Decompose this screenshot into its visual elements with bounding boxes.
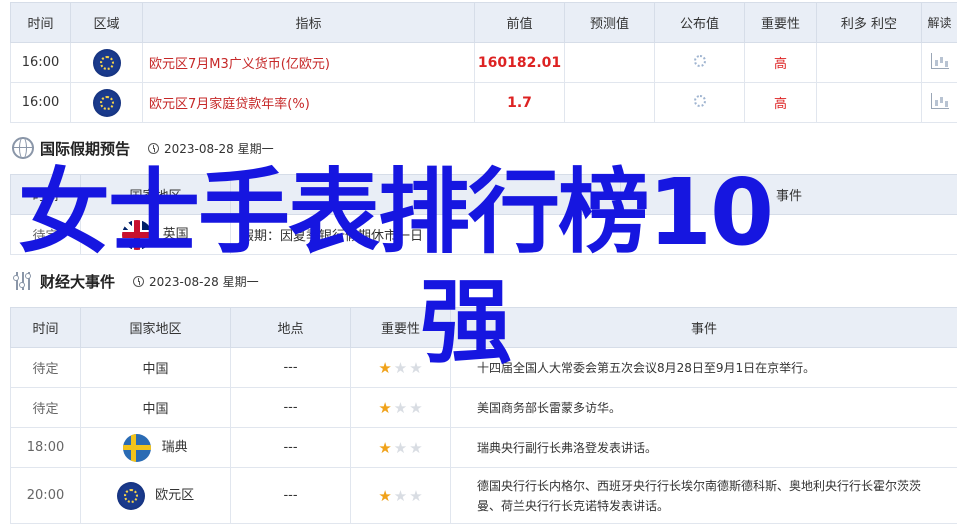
row-place: --- [230, 347, 351, 388]
chart-icon[interactable] [930, 92, 949, 109]
star-icon: ★ [378, 358, 392, 377]
col-header-importance: 重要性 [350, 307, 451, 348]
row-event: 德国央行行长内格尔、西班牙央行行长埃尔南德斯德科斯、奥地利央行行长霍尔茨茨曼、荷… [450, 467, 957, 524]
row-place: --- [230, 427, 351, 468]
row-time: 待定 [10, 347, 81, 388]
row-region: 英国 [162, 227, 189, 242]
row-place: --- [230, 387, 351, 428]
col-header-time: 时间 [10, 307, 81, 348]
importance-value: 高 [744, 82, 817, 123]
section-date: 2023-08-28 星期一 [133, 273, 259, 290]
eu-flag-icon [92, 48, 121, 77]
col-header-read: 解读 [921, 2, 957, 43]
col-header-region: 国家地区 [80, 174, 231, 215]
row-stars: ★ ★ ★ [350, 427, 451, 468]
forecast-value [564, 82, 655, 123]
star-icon: ★ [393, 398, 408, 417]
col-header-impact: 利多 利空 [816, 2, 922, 43]
col-header-actual: 公布值 [654, 2, 745, 43]
row-event: 美国商务部长雷蒙多访华。 [450, 387, 957, 428]
section-title: 财经大事件 [40, 272, 116, 291]
impact-value [816, 82, 922, 123]
events-table: 时间 国家地区 地点 重要性 事件 待定 中国 --- ★ ★ ★ 十四届全国人大常… [10, 307, 957, 524]
col-header-prev: 前值 [474, 2, 565, 43]
table-header-row: 时间 区域 指标 前值 预测值 公布值 重要性 利多 利空 解读 [10, 2, 957, 43]
row-time: 16:00 [10, 82, 71, 123]
table-row: 待定 中国 --- ★ ★ ★ 美国商务部长雷蒙多访华。 [10, 387, 957, 428]
section-title: 国际假期预告 [40, 139, 131, 158]
col-header-indicator: 指标 [142, 2, 475, 43]
col-header-region: 区域 [70, 2, 143, 43]
chart-icon[interactable] [930, 52, 949, 69]
section-date-text: 2023-08-28 星期一 [149, 274, 259, 289]
table-row: 18:00 瑞典 --- ★ ★ ★ 瑞典央行副行长弗洛登发表讲话。 [10, 427, 957, 468]
prev-value: 160182.01 [474, 42, 565, 83]
row-time: 16:00 [10, 42, 71, 83]
impact-value [816, 42, 922, 83]
forecast-value [564, 42, 655, 83]
clock-icon [133, 275, 145, 287]
indicator-link[interactable]: 欧元区7月家庭贷款年率(%) [142, 82, 475, 123]
row-stars: ★ ★ ★ [350, 347, 451, 388]
table-row: 待定 英国 假期：因夏季银行假期休市一日 [10, 214, 957, 255]
table-row[interactable]: 16:00 欧元区7月M3广义货币(亿欧元) 160182.01 高 [10, 42, 957, 83]
section-date-text: 2023-08-28 星期一 [164, 141, 274, 156]
clock-icon [148, 142, 160, 154]
col-header-event: 事件 [450, 307, 957, 348]
table-header-row: 时间 国家地区 事件 [10, 174, 957, 215]
sliders-icon [12, 270, 34, 292]
row-region: 瑞典 [161, 440, 188, 455]
col-header-blank [230, 174, 621, 215]
col-header-time: 时间 [10, 2, 71, 43]
star-icon: ★ [393, 438, 408, 457]
star-icon: ★ [393, 358, 408, 377]
col-header-forecast: 预测值 [564, 2, 655, 43]
star-icon: ★ [409, 438, 423, 457]
star-icon: ★ [409, 398, 423, 417]
globe-icon [12, 137, 34, 159]
indicator-link[interactable]: 欧元区7月M3广义货币(亿欧元) [142, 42, 475, 83]
table-row: 待定 中国 --- ★ ★ ★ 十四届全国人大常委会第五次会议8月28日至9月1日在… [10, 347, 957, 388]
table-header-row: 时间 国家地区 地点 重要性 事件 [10, 307, 957, 348]
row-region: 中国 [80, 347, 231, 388]
row-event: 十四届全国人大常委会第五次会议8月28日至9月1日在京举行。 [450, 347, 957, 388]
section-date: 2023-08-28 星期一 [148, 140, 274, 157]
row-time: 待定 [10, 387, 81, 428]
row-stars: ★ ★ ★ [350, 467, 451, 524]
importance-value: 高 [744, 42, 817, 83]
table-row[interactable]: 16:00 欧元区7月家庭贷款年率(%) 1.7 高 [10, 82, 957, 123]
eu-flag-icon [116, 481, 145, 510]
col-header-region: 国家地区 [80, 307, 231, 348]
row-region: 欧元区 [155, 488, 195, 503]
star-icon: ★ [409, 358, 423, 377]
row-time: 20:00 [10, 467, 81, 524]
row-event: 瑞典央行副行长弗洛登发表讲话。 [450, 427, 957, 468]
eu-flag-icon [92, 88, 121, 117]
star-icon: ★ [378, 398, 392, 417]
events-section-header: 财经大事件 2023-08-28 星期一 [12, 268, 259, 294]
row-event: 假期：因夏季银行假期休市一日 [230, 214, 957, 255]
uk-flag-icon [122, 219, 153, 250]
loading-icon [693, 94, 706, 107]
col-header-importance: 重要性 [744, 2, 817, 43]
col-header-place: 地点 [230, 307, 351, 348]
row-region: 中国 [80, 387, 231, 428]
col-header-event: 事件 [620, 174, 957, 215]
table-row: 20:00 欧元区 --- ★ ★ ★ 德国央行行长内格尔、西班牙央行行长埃尔南德斯… [10, 467, 957, 524]
star-icon: ★ [393, 486, 408, 505]
col-header-time: 时间 [10, 174, 81, 215]
loading-icon [693, 54, 706, 67]
holiday-table: 时间 国家地区 事件 待定 英国 假期：因夏季银行假期休市一日 [10, 174, 957, 255]
star-icon: ★ [378, 486, 392, 505]
indicator-table: 时间 区域 指标 前值 预测值 公布值 重要性 利多 利空 解读 16:00 欧… [10, 2, 957, 123]
row-time: 待定 [10, 214, 81, 255]
row-place: --- [230, 467, 351, 524]
se-flag-icon [123, 433, 152, 462]
row-time: 18:00 [10, 427, 81, 468]
row-stars: ★ ★ ★ [350, 387, 451, 428]
star-icon: ★ [378, 438, 392, 457]
holiday-section-header: 国际假期预告 2023-08-28 星期一 [12, 135, 274, 161]
star-icon: ★ [409, 486, 423, 505]
prev-value: 1.7 [474, 82, 565, 123]
